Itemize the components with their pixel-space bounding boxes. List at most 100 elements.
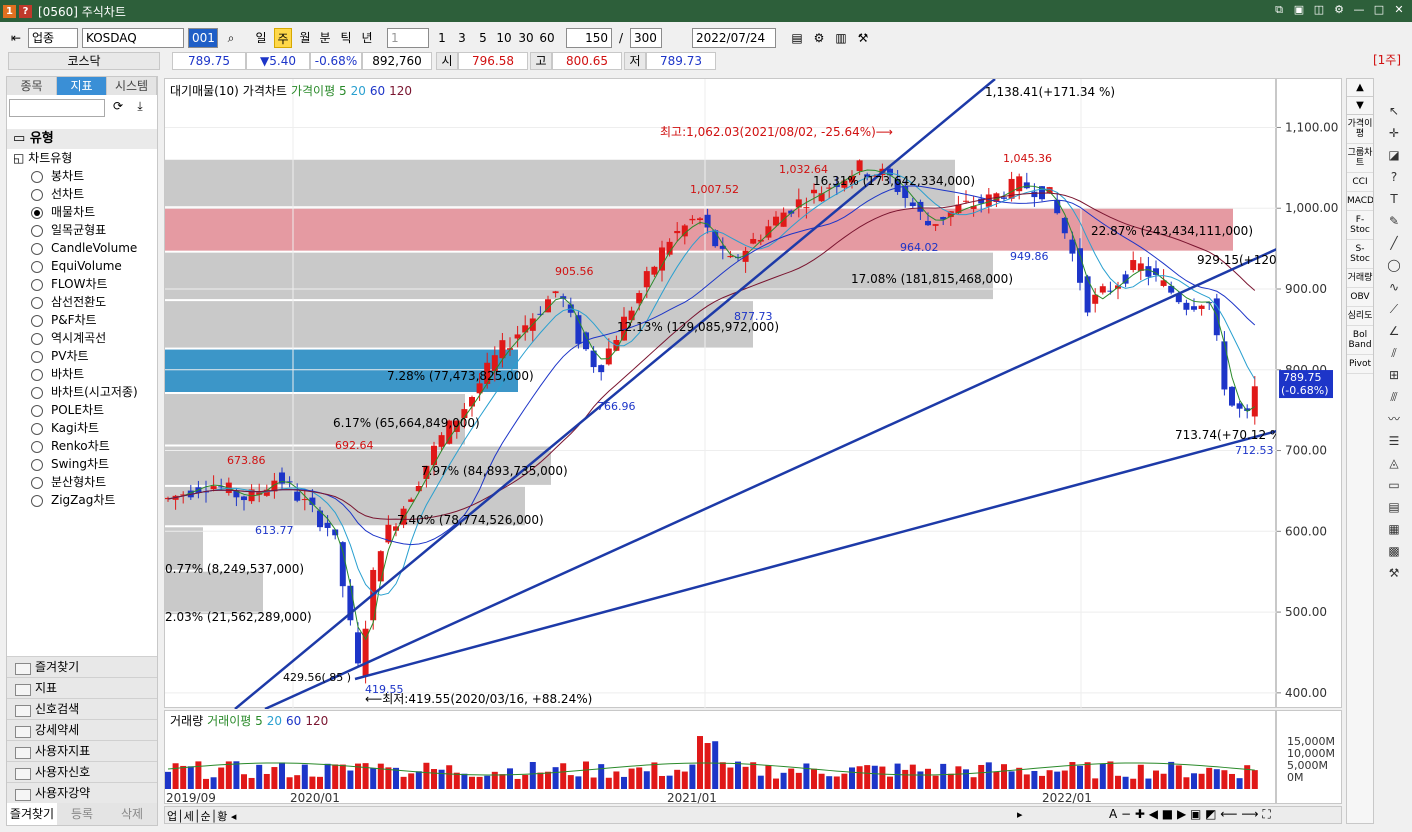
chart-type-11[interactable]: 바차트: [7, 365, 157, 383]
bottom-tab-0[interactable]: 즐겨찾기: [7, 803, 57, 825]
scroll-up-icon[interactable]: ▲: [1347, 79, 1373, 97]
gear-icon[interactable]: ⚙: [810, 28, 828, 48]
left-tab-2[interactable]: 시스템: [107, 77, 157, 95]
window-icon[interactable]: ▭: [1380, 474, 1408, 496]
quick-5[interactable]: 5: [475, 28, 491, 48]
menu-item-1[interactable]: 지표: [7, 677, 157, 698]
menu-item-3[interactable]: 강세약세: [7, 719, 157, 740]
code-input[interactable]: 001: [188, 28, 218, 48]
help-icon[interactable]: ?: [19, 4, 32, 18]
indicator-6[interactable]: 거래량: [1347, 269, 1373, 288]
quick-60[interactable]: 60: [537, 28, 557, 48]
screenshot-icon[interactable]: ◫: [1312, 3, 1326, 17]
chart-type-2[interactable]: 매물차트: [7, 203, 157, 221]
chart-type-17[interactable]: 분산형차트: [7, 473, 157, 491]
tree-root[interactable]: ◱ 차트유형: [7, 149, 157, 167]
interval-select[interactable]: 1: [387, 28, 429, 48]
wrench-icon[interactable]: ⚒: [1380, 562, 1408, 584]
fan-icon[interactable]: ⫽: [1380, 342, 1408, 364]
left-tab-1[interactable]: 지표: [57, 77, 107, 95]
question-icon[interactable]: ?: [1380, 166, 1408, 188]
count-input[interactable]: 150: [566, 28, 612, 48]
gear-icon[interactable]: ⚙: [1332, 3, 1346, 17]
scroll-down-icon[interactable]: ▼: [1347, 97, 1373, 115]
chart-type-6[interactable]: FLOW차트: [7, 275, 157, 293]
menu-item-6[interactable]: 사용자강약: [7, 782, 157, 803]
chart-type-5[interactable]: EquiVolume: [7, 257, 157, 275]
menu-item-2[interactable]: 신호검색: [7, 698, 157, 719]
total-input[interactable]: 300: [630, 28, 662, 48]
price-chart[interactable]: 673.86613.77692.64905.56766.961,007.5287…: [165, 79, 1277, 709]
save-icon[interactable]: ▥: [832, 28, 850, 48]
bottom-tab-1[interactable]: 등록: [57, 803, 107, 825]
pen-icon[interactable]: ✎: [1380, 210, 1408, 232]
doc-icon[interactable]: ▤: [1380, 496, 1408, 518]
chart-type-10[interactable]: PV차트: [7, 347, 157, 365]
prev-symbol-icon[interactable]: ⇤: [8, 28, 24, 48]
chart-settings-icon[interactable]: ▤: [788, 28, 806, 48]
refresh-icon[interactable]: ⟳: [109, 99, 127, 119]
price-chart-panel[interactable]: 673.86 613.77 692.64 905.56 766.96 1,007.52 87…: [164, 78, 1277, 709]
chart-type-9[interactable]: 역시계곡선: [7, 329, 157, 347]
indicator-7[interactable]: OBV: [1347, 288, 1373, 307]
left-tab-0[interactable]: 종목: [7, 77, 57, 95]
period-week[interactable]: 주: [274, 28, 292, 48]
channel-icon[interactable]: ⫻: [1380, 386, 1408, 408]
quick-10[interactable]: 10: [494, 28, 514, 48]
date-select[interactable]: 2022/07/24: [692, 28, 776, 48]
quick-30[interactable]: 30: [516, 28, 536, 48]
wave-icon[interactable]: ∿: [1380, 276, 1408, 298]
chart-type-15[interactable]: Renko차트: [7, 437, 157, 455]
circle-tool-icon[interactable]: ◯: [1380, 254, 1408, 276]
line-tool-icon[interactable]: ╱: [1380, 232, 1408, 254]
chart-type-3[interactable]: 일목균형표: [7, 221, 157, 239]
indicator-2[interactable]: CCI: [1347, 173, 1373, 192]
chart-type-8[interactable]: P&F차트: [7, 311, 157, 329]
chart-type-18[interactable]: ZigZag차트: [7, 491, 157, 509]
bottom-scrollbar[interactable]: 업│세│순│황 ◂ ▸ A − ✚ ◀ ■ ▶ ▣ ◩ ⟵ ⟶ ⛶: [164, 806, 1342, 824]
quick-1[interactable]: 1: [434, 28, 450, 48]
minimize-icon[interactable]: —: [1352, 3, 1366, 17]
fill-icon[interactable]: ◪: [1380, 144, 1408, 166]
period-year[interactable]: 년: [358, 28, 376, 48]
indicator-10[interactable]: Pivot: [1347, 355, 1373, 374]
crosshair-icon[interactable]: ✛: [1380, 122, 1408, 144]
market-select[interactable]: 업종: [28, 28, 78, 48]
link-icon[interactable]: ⧉: [1272, 3, 1286, 17]
chart-type-1[interactable]: 선차트: [7, 185, 157, 203]
scroll-right-icon[interactable]: ▸: [1017, 808, 1023, 821]
menu-item-4[interactable]: 사용자지표: [7, 740, 157, 761]
search-icon[interactable]: ⌕: [222, 28, 240, 48]
indicator-3[interactable]: MACD: [1347, 192, 1373, 211]
indicator-1[interactable]: 그룹차트: [1347, 144, 1373, 173]
symbol-select[interactable]: KOSDAQ: [82, 28, 184, 48]
chart-type-0[interactable]: 봉차트: [7, 167, 157, 185]
stats-icon[interactable]: ▦: [1380, 518, 1408, 540]
copy-icon[interactable]: ▣: [1292, 3, 1306, 17]
period-tick[interactable]: 틱: [337, 28, 355, 48]
zoom-controls[interactable]: A − ✚ ◀ ■ ▶ ▣ ◩ ⟵ ⟶ ⛶: [1109, 807, 1271, 822]
auto-icon[interactable]: ◬: [1380, 452, 1408, 474]
indicator-9[interactable]: Bol Band: [1347, 326, 1373, 355]
menu-item-0[interactable]: 즐겨찾기: [7, 656, 157, 677]
chart-type-4[interactable]: CandleVolume: [7, 239, 157, 257]
menu-item-5[interactable]: 사용자신호: [7, 761, 157, 782]
tools-icon[interactable]: ⚒: [854, 28, 872, 48]
text-tool-icon[interactable]: T: [1380, 188, 1408, 210]
filter-input[interactable]: [9, 99, 105, 117]
maximize-icon[interactable]: □: [1372, 3, 1386, 17]
chart-type-16[interactable]: Swing차트: [7, 455, 157, 473]
quick-3[interactable]: 3: [454, 28, 470, 48]
curve-icon[interactable]: 〰: [1380, 408, 1408, 430]
bottom-tab-2[interactable]: 삭제: [107, 803, 157, 825]
close-icon[interactable]: ✕: [1392, 3, 1406, 17]
indicator-5[interactable]: S-Stoc: [1347, 240, 1373, 269]
download-icon[interactable]: ⤓: [131, 99, 149, 119]
period-day[interactable]: 일: [252, 28, 270, 48]
period-month[interactable]: 월: [296, 28, 314, 48]
view-tabs[interactable]: 업│세│순│황 ◂: [167, 808, 236, 824]
period-minute[interactable]: 분: [316, 28, 334, 48]
ray-icon[interactable]: ⟋: [1380, 298, 1408, 320]
bars-icon[interactable]: ☰: [1380, 430, 1408, 452]
cursor-icon[interactable]: ↖: [1380, 100, 1408, 122]
